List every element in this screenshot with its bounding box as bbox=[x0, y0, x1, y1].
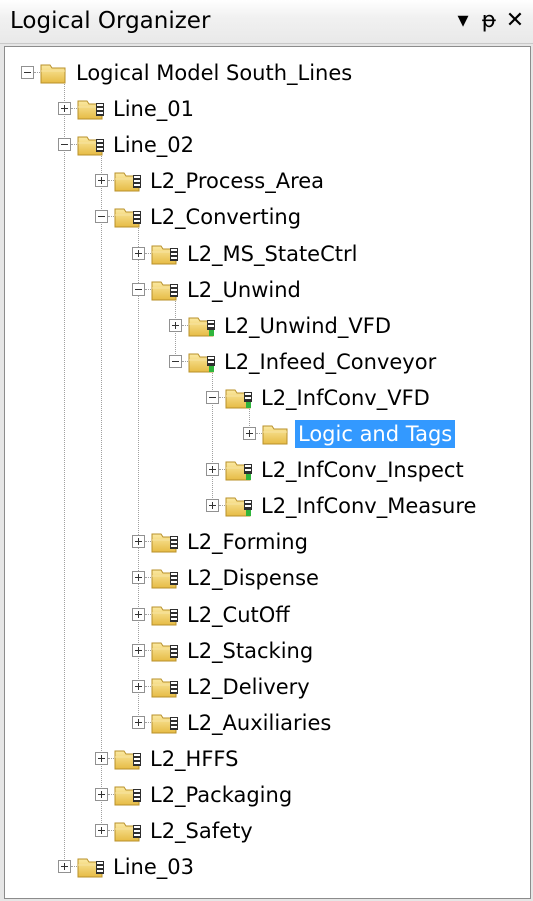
expand-toggle-icon[interactable] bbox=[206, 463, 219, 477]
device-folder-icon bbox=[224, 492, 258, 520]
device-folder-icon bbox=[224, 456, 258, 484]
area-folder-icon bbox=[76, 95, 110, 123]
area-folder-icon bbox=[150, 601, 184, 629]
tree-node-label[interactable]: L2_MS_StateCtrl bbox=[184, 240, 360, 268]
expand-toggle-icon[interactable] bbox=[58, 860, 71, 874]
area-folder-icon bbox=[76, 853, 110, 881]
collapse-toggle-icon[interactable] bbox=[169, 354, 182, 368]
tree-node-label[interactable]: L2_Converting bbox=[147, 203, 304, 231]
expand-toggle-icon[interactable] bbox=[132, 679, 145, 693]
tree-node-label[interactable]: L2_Safety bbox=[147, 817, 256, 845]
tree-node-label[interactable]: L2_Forming bbox=[184, 528, 311, 556]
tree-node-label[interactable]: L2_Infeed_Conveyor bbox=[221, 348, 439, 376]
tree-node-label[interactable]: L2_InfConv_Inspect bbox=[258, 456, 467, 484]
area-folder-icon bbox=[113, 745, 147, 773]
area-folder-icon bbox=[113, 781, 147, 809]
device-folder-icon bbox=[224, 384, 258, 412]
area-folder-icon bbox=[150, 528, 184, 556]
tree-node-label[interactable]: L2_Process_Area bbox=[147, 167, 327, 195]
area-folder-icon bbox=[150, 564, 184, 592]
plain-folder-icon bbox=[261, 420, 295, 448]
expand-toggle-icon[interactable] bbox=[132, 643, 145, 657]
collapse-toggle-icon[interactable] bbox=[132, 282, 145, 296]
collapse-toggle-icon[interactable] bbox=[58, 138, 71, 152]
expand-toggle-icon[interactable] bbox=[95, 824, 108, 838]
collapse-toggle-icon[interactable] bbox=[21, 66, 34, 79]
collapse-toggle-icon[interactable] bbox=[206, 390, 219, 404]
logical-organizer-panel: Logical Organizer ▾ ᵽ ✕ Logical Model So… bbox=[0, 0, 533, 901]
close-panel-button[interactable]: ✕ bbox=[502, 6, 528, 36]
tree-node-label[interactable]: Logic and Tags bbox=[295, 420, 456, 448]
tree-node-label[interactable]: L2_InfConv_Measure bbox=[258, 492, 479, 520]
expand-toggle-icon[interactable] bbox=[95, 751, 108, 765]
tree-node-label[interactable]: L2_Auxiliaries bbox=[184, 709, 334, 737]
tree-node-label[interactable]: Line_03 bbox=[110, 853, 197, 881]
area-folder-icon bbox=[150, 276, 184, 304]
auto-hide-pin-button[interactable]: ᵽ bbox=[476, 6, 502, 36]
tree-node-label[interactable]: L2_InfConv_VFD bbox=[258, 384, 433, 412]
area-folder-icon bbox=[113, 817, 147, 845]
tree-node-label[interactable]: L2_Unwind bbox=[184, 276, 304, 304]
area-folder-icon bbox=[113, 167, 147, 195]
expand-toggle-icon[interactable] bbox=[132, 607, 145, 621]
tree-node-label[interactable]: L2_Unwind_VFD bbox=[221, 312, 394, 340]
expand-toggle-icon[interactable] bbox=[132, 715, 145, 729]
expand-toggle-icon[interactable] bbox=[58, 102, 71, 116]
tree-node-label[interactable]: Line_01 bbox=[110, 95, 197, 123]
area-folder-icon bbox=[150, 673, 184, 701]
panel-title: Logical Organizer bbox=[10, 8, 211, 34]
tree-node-label[interactable]: L2_Delivery bbox=[184, 673, 313, 701]
area-folder-icon bbox=[113, 203, 147, 231]
window-position-dropdown-button[interactable]: ▾ bbox=[450, 6, 476, 36]
expand-toggle-icon[interactable] bbox=[132, 571, 145, 585]
area-folder-icon bbox=[76, 131, 110, 159]
tree-node-label[interactable]: L2_Packaging bbox=[147, 781, 295, 809]
device-folder-icon bbox=[187, 348, 221, 376]
device-folder-icon bbox=[187, 312, 221, 340]
expand-toggle-icon[interactable] bbox=[169, 318, 182, 332]
expand-toggle-icon[interactable] bbox=[132, 246, 145, 260]
tree-node-label[interactable]: L2_Stacking bbox=[184, 637, 316, 665]
expand-toggle-icon[interactable] bbox=[206, 499, 219, 513]
area-folder-icon bbox=[150, 240, 184, 268]
plain-folder-icon bbox=[39, 59, 73, 87]
logical-model-tree[interactable]: Logical Model South_Lines Line_01 Line_02… bbox=[4, 46, 531, 899]
panel-titlebar: Logical Organizer ▾ ᵽ ✕ bbox=[0, 0, 533, 44]
collapse-toggle-icon[interactable] bbox=[95, 210, 108, 224]
tree-node-label[interactable]: Logical Model South_Lines bbox=[73, 59, 355, 87]
tree-node-label[interactable]: L2_HFFS bbox=[147, 745, 241, 773]
tree-node-label[interactable]: Line_02 bbox=[110, 131, 197, 159]
tree-node-label[interactable]: L2_CutOff bbox=[184, 601, 293, 629]
expand-toggle-icon[interactable] bbox=[95, 788, 108, 801]
expand-toggle-icon[interactable] bbox=[243, 427, 256, 440]
area-folder-icon bbox=[150, 709, 184, 737]
expand-toggle-icon[interactable] bbox=[95, 174, 108, 188]
expand-toggle-icon[interactable] bbox=[132, 535, 145, 549]
tree-node-label[interactable]: L2_Dispense bbox=[184, 564, 322, 592]
area-folder-icon bbox=[150, 637, 184, 665]
